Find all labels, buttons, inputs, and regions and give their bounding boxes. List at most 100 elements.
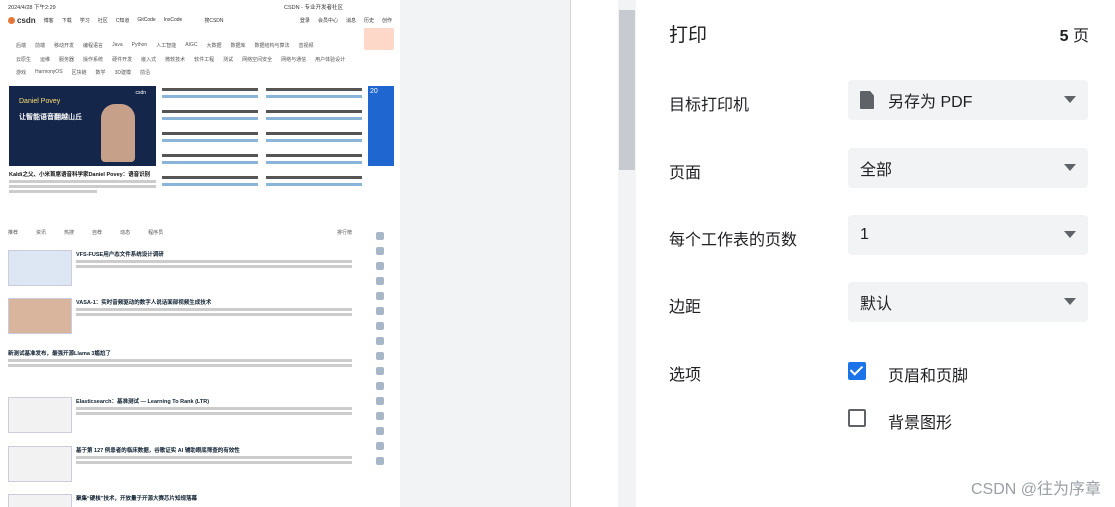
headers-footers-checkbox[interactable] bbox=[848, 362, 866, 380]
sidebar-icon[interactable] bbox=[376, 352, 384, 360]
tag[interactable]: 3D建模 bbox=[115, 69, 131, 76]
tag[interactable]: 软件工程 bbox=[194, 56, 214, 63]
nav-inscode[interactable]: InsCode bbox=[164, 17, 183, 23]
feed-title[interactable]: 新测试基准发布，最强开源Llama 3尴尬了 bbox=[8, 349, 111, 357]
sidebar-icon[interactable] bbox=[376, 457, 384, 465]
tag[interactable]: 大数据 bbox=[206, 42, 221, 49]
nav-message[interactable]: 消息 bbox=[346, 17, 356, 24]
sidebar-icon[interactable] bbox=[376, 412, 384, 420]
feed-title[interactable]: 基于第 127 例患者的临床数据，谷歌证实 AI 辅助眼底筛查的有效性 bbox=[76, 446, 240, 454]
news-link[interactable] bbox=[266, 117, 362, 120]
feed-title[interactable]: VASA-1：实时音频驱动的数字人说话面部视频生成技术 bbox=[76, 298, 211, 306]
tag[interactable]: 数学 bbox=[96, 69, 106, 76]
tag[interactable]: 网络空间安全 bbox=[242, 56, 272, 63]
tag[interactable]: 测试 bbox=[223, 56, 233, 63]
feed-title[interactable]: VFS-FUSE用户态文件系统设计调研 bbox=[76, 250, 164, 258]
news-link[interactable] bbox=[162, 161, 258, 164]
tag[interactable]: 音视频 bbox=[299, 42, 314, 49]
news-title-line[interactable] bbox=[162, 154, 258, 157]
news-link[interactable] bbox=[162, 139, 258, 142]
news-link[interactable] bbox=[162, 117, 258, 120]
tag[interactable]: 运维 bbox=[40, 56, 50, 63]
news-title-line[interactable] bbox=[162, 88, 258, 91]
nav-gitcode[interactable]: GitCode bbox=[137, 17, 155, 23]
sidebar-icon[interactable] bbox=[376, 442, 384, 450]
news-link[interactable] bbox=[162, 95, 258, 98]
nav-create[interactable]: 创作 bbox=[382, 17, 392, 24]
tab-hot[interactable]: 热搜 bbox=[64, 229, 74, 236]
tab-self[interactable]: 自荐 bbox=[92, 229, 102, 236]
tag[interactable]: 云原生 bbox=[16, 56, 31, 63]
news-link[interactable] bbox=[266, 183, 362, 186]
tag[interactable]: 数据结构与算法 bbox=[254, 42, 289, 49]
news-title-line[interactable] bbox=[266, 176, 362, 179]
feed-title[interactable]: Elasticsearch：基准测试 — Learning To Rank (L… bbox=[76, 397, 209, 405]
news-title-line[interactable] bbox=[266, 110, 362, 113]
news-title-line[interactable] bbox=[266, 154, 362, 157]
tag[interactable]: 移动开发 bbox=[54, 42, 74, 49]
tag[interactable]: 数据库 bbox=[230, 42, 245, 49]
tag[interactable]: HarmonyOS bbox=[35, 69, 63, 76]
nav-community[interactable]: 社区 bbox=[98, 17, 108, 24]
tag[interactable]: 服务器 bbox=[59, 56, 74, 63]
hero-title[interactable]: Kaldi之父、小米首席语音科学家Daniel Povey：语音识别 bbox=[9, 170, 156, 178]
tag[interactable]: 前端 bbox=[35, 42, 45, 49]
sidebar-icon[interactable] bbox=[376, 232, 384, 240]
tag[interactable]: 前沿 bbox=[140, 69, 150, 76]
feed-item[interactable]: VFS-FUSE用户态文件系统设计调研 bbox=[8, 250, 352, 290]
pages-select[interactable]: 全部 bbox=[848, 148, 1088, 188]
tag[interactable]: 区块链 bbox=[72, 69, 87, 76]
tag[interactable]: 硬件开发 bbox=[112, 56, 132, 63]
news-link[interactable] bbox=[266, 139, 362, 142]
tag[interactable]: 用户体验设计 bbox=[315, 56, 345, 63]
tag[interactable]: AIGC bbox=[185, 42, 197, 49]
sidebar-icon[interactable] bbox=[376, 337, 384, 345]
tag[interactable]: 网络与通信 bbox=[281, 56, 306, 63]
side-ad[interactable]: 20 bbox=[368, 86, 394, 166]
news-link[interactable] bbox=[266, 161, 362, 164]
headers-footers-label[interactable]: 页眉和页脚 bbox=[888, 362, 968, 386]
scrollbar-thumb[interactable] bbox=[619, 10, 635, 170]
news-title-line[interactable] bbox=[162, 110, 258, 113]
tag[interactable]: 人工智能 bbox=[156, 42, 176, 49]
feed-title[interactable]: 聚集“硬核”技术，开放量子开源大赛芯片知规落幕 bbox=[76, 494, 197, 502]
sidebar-icon[interactable] bbox=[376, 382, 384, 390]
sidebar-icon[interactable] bbox=[376, 322, 384, 330]
sidebar-icon[interactable] bbox=[376, 307, 384, 315]
tag[interactable]: 编程语言 bbox=[83, 42, 103, 49]
news-title-line[interactable] bbox=[162, 176, 258, 179]
nav-learn[interactable]: 学习 bbox=[80, 17, 90, 24]
tab-programmer[interactable]: 程序员 bbox=[148, 229, 163, 236]
nav-login[interactable]: 登录 bbox=[300, 17, 310, 24]
news-link[interactable] bbox=[162, 183, 258, 186]
promo-banner[interactable] bbox=[364, 28, 394, 50]
feed-item[interactable]: VASA-1：实时音频驱动的数字人说话面部视频生成技术 bbox=[8, 298, 352, 338]
feed-item[interactable]: 基于第 127 例患者的临床数据，谷歌证实 AI 辅助眼底筛查的有效性 bbox=[8, 446, 352, 486]
nav-vip[interactable]: 会员中心 bbox=[318, 17, 338, 24]
background-graphics-checkbox[interactable] bbox=[848, 409, 866, 427]
site-search[interactable]: 搜CSDN bbox=[204, 17, 223, 24]
sidebar-icon[interactable] bbox=[376, 367, 384, 375]
feed-item[interactable]: 聚集“硬核”技术，开放量子开源大赛芯片知规落幕 bbox=[8, 494, 352, 507]
tag[interactable]: Java bbox=[112, 42, 123, 49]
sidebar-icon[interactable] bbox=[376, 247, 384, 255]
nav-blog[interactable]: 博客 bbox=[44, 17, 54, 24]
feed-item[interactable]: Elasticsearch：基准测试 — Learning To Rank (L… bbox=[8, 397, 352, 437]
tab-dynamic[interactable]: 动态 bbox=[120, 229, 130, 236]
tag[interactable]: 游戏 bbox=[16, 69, 26, 76]
tab-ranking[interactable]: 排行榜 bbox=[337, 229, 352, 236]
sidebar-icon[interactable] bbox=[376, 262, 384, 270]
tag[interactable]: 微软技术 bbox=[165, 56, 185, 63]
sidebar-icon[interactable] bbox=[376, 277, 384, 285]
tab-recommend[interactable]: 推荐 bbox=[8, 229, 18, 236]
news-title-line[interactable] bbox=[162, 132, 258, 135]
news-link[interactable] bbox=[266, 95, 362, 98]
tab-news[interactable]: 资讯 bbox=[36, 229, 46, 236]
hero-image[interactable]: csdn Daniel Povey 让智能语音翻越山丘 bbox=[9, 86, 156, 166]
feed-item[interactable]: 新测试基准发布，最强开源Llama 3尴尬了 bbox=[8, 349, 352, 385]
margins-select[interactable]: 默认 bbox=[848, 282, 1088, 322]
tag[interactable]: 后端 bbox=[16, 42, 26, 49]
sidebar-icon[interactable] bbox=[376, 397, 384, 405]
news-title-line[interactable] bbox=[266, 132, 362, 135]
nav-download[interactable]: 下载 bbox=[62, 17, 72, 24]
